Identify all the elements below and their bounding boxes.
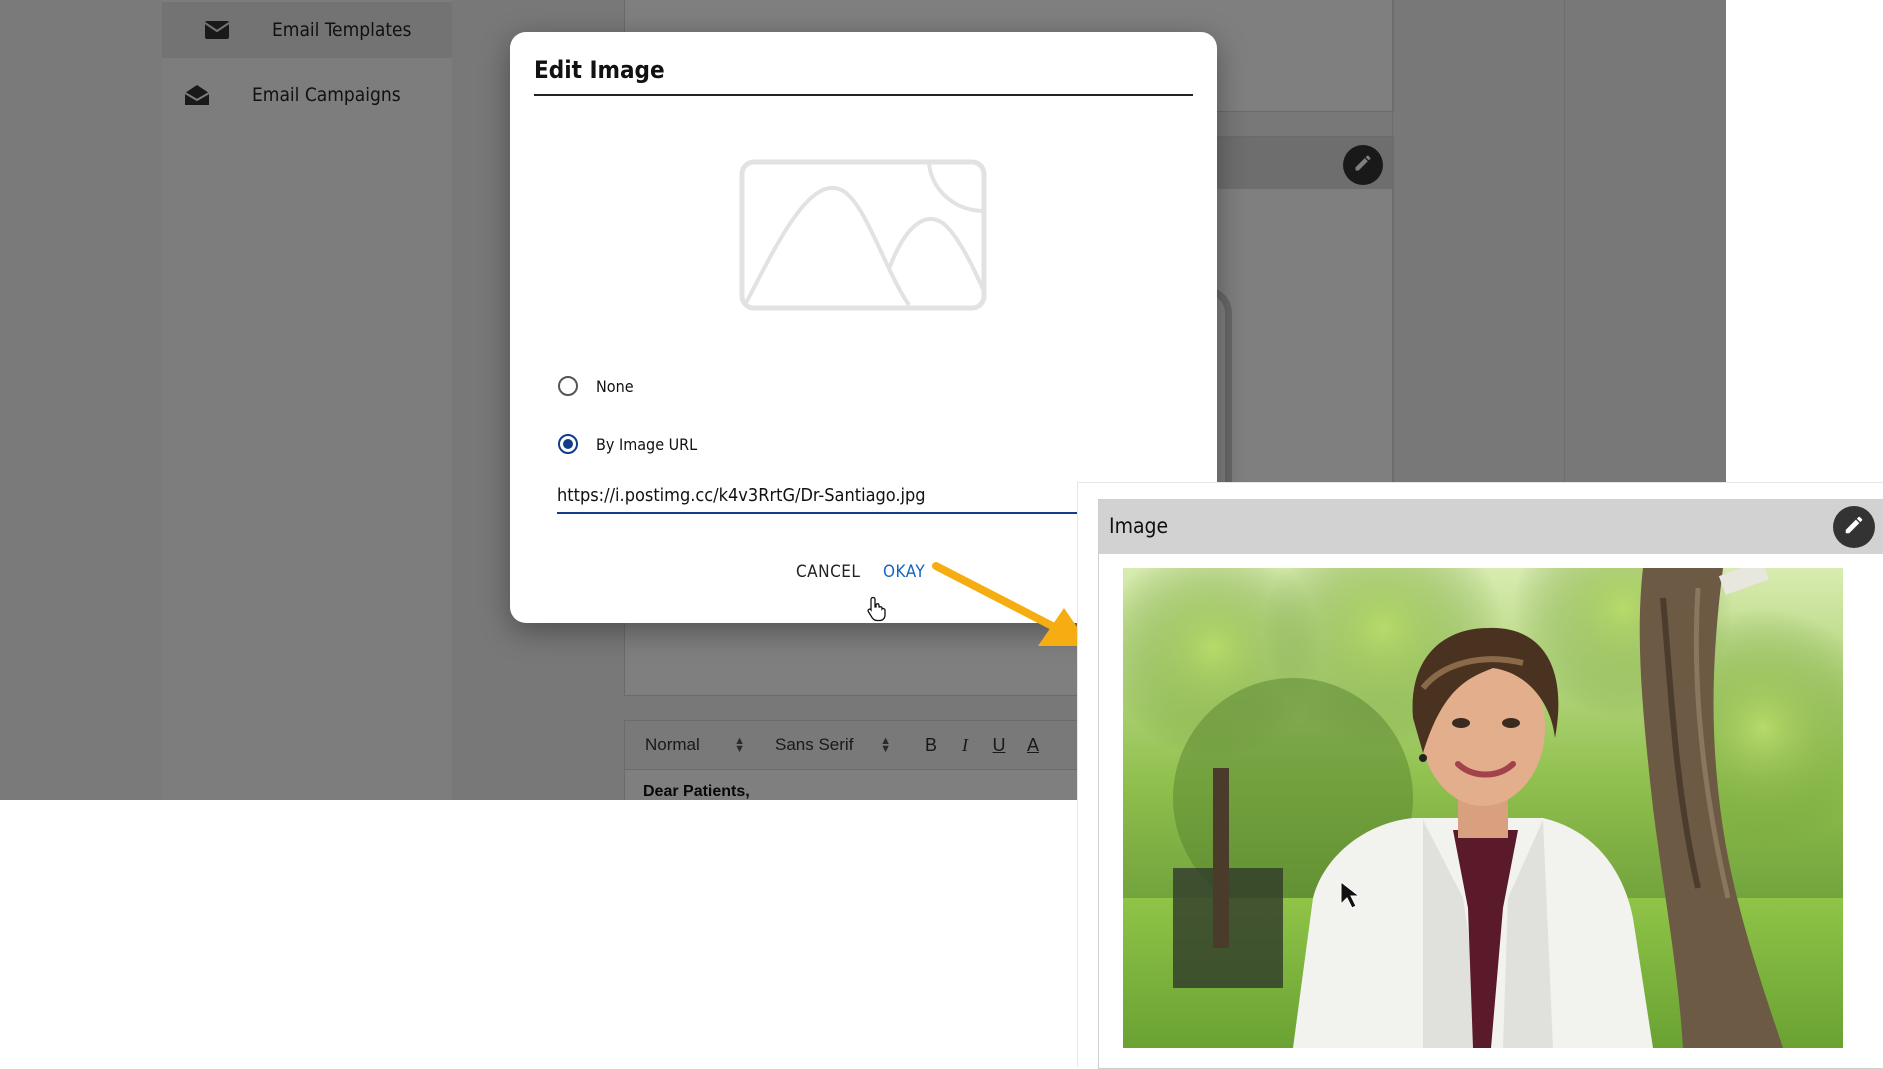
option-label: By Image URL <box>596 434 698 454</box>
image-block-header: Image <box>1099 500 1883 554</box>
annotation-arrow-icon <box>930 558 1100 663</box>
hand-pointer-cursor-icon <box>866 596 888 627</box>
zoom-inset: Image <box>1077 482 1883 1069</box>
image-block-title: Image <box>1109 514 1169 538</box>
image-placeholder-icon <box>739 159 987 311</box>
cancel-button[interactable]: CANCEL <box>796 562 860 582</box>
option-by-image-url[interactable]: By Image URL <box>558 434 697 454</box>
pencil-icon <box>1843 514 1865 541</box>
option-none[interactable]: None <box>558 376 634 396</box>
edit-image-button[interactable] <box>1833 506 1875 548</box>
image-url-input[interactable] <box>557 478 1087 514</box>
dialog-title: Edit Image <box>534 56 1193 96</box>
okay-button[interactable]: OKAY <box>883 562 925 582</box>
doctor-photo <box>1123 568 1843 1048</box>
image-block-card: Image <box>1098 499 1883 1069</box>
radio-by-image-url[interactable] <box>558 434 578 454</box>
radio-none[interactable] <box>558 376 578 396</box>
option-label: None <box>596 376 634 396</box>
